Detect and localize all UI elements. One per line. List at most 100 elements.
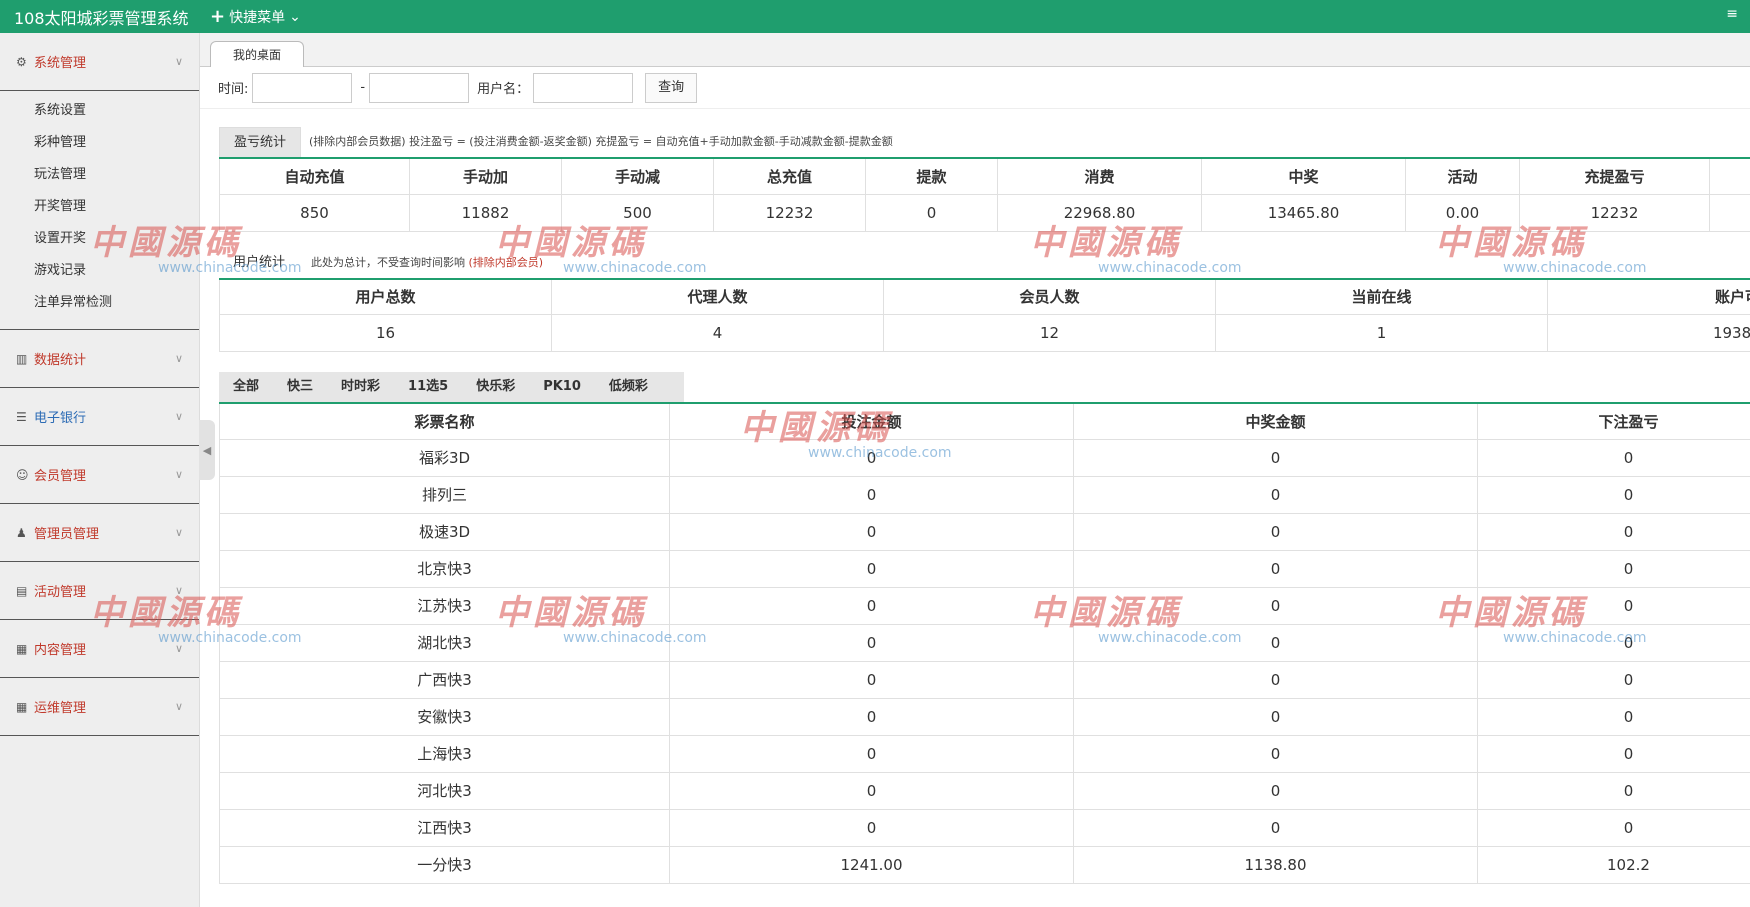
cell: 0 <box>1477 808 1750 847</box>
menu-group-stats: ▥ 数据统计 ∨ <box>0 330 199 388</box>
chevron-down-icon: ∨ <box>174 584 183 597</box>
table-row: 安徽快3 0 0 0 <box>219 697 1750 736</box>
cell: 0 <box>1073 660 1478 699</box>
cell: 0 <box>1073 771 1478 810</box>
cell: 河北快3 <box>219 771 670 810</box>
sidebar-item-lottery-types[interactable]: 彩种管理 <box>0 127 199 159</box>
col-consume: 消费 <box>997 157 1202 195</box>
start-time-input[interactable] <box>252 72 353 103</box>
user-stats-note: 此处为总计，不受查询时间影响 (排除内部会员) <box>299 254 543 278</box>
tab-11x5[interactable]: 11选5 <box>394 372 462 402</box>
chevron-down-icon: ∨ <box>174 468 183 481</box>
col-agents: 代理人数 <box>551 278 884 315</box>
sidebar-item-game-records[interactable]: 游戏记录 <box>0 255 199 287</box>
cell: 0 <box>865 193 998 232</box>
cell: 0 <box>1477 734 1750 773</box>
query-button[interactable]: 查询 <box>645 72 698 103</box>
table-row: 850 11882 500 12232 0 22968.80 13465.80 … <box>219 193 1750 232</box>
cell: 0 <box>669 697 1074 736</box>
cell: 江苏快3 <box>219 586 670 625</box>
chevron-down-icon: ∨ <box>174 352 183 365</box>
cell: 16 <box>219 314 552 352</box>
menu-head-activity[interactable]: ▤ 活动管理 ∨ <box>0 562 199 619</box>
menu-group-activity: ▤ 活动管理 ∨ <box>0 562 199 620</box>
menu-label: 管理员管理 <box>34 527 100 542</box>
tab-ssc[interactable]: 时时彩 <box>327 372 394 402</box>
sidebar-item-play-rules[interactable]: 玩法管理 <box>0 159 199 191</box>
menu-head-members[interactable]: ☺ 会员管理 ∨ <box>0 446 199 503</box>
end-time-input[interactable] <box>369 72 470 103</box>
user-icon: ☺ <box>16 467 29 482</box>
col-available-balance: 账户可用 <box>1547 278 1750 315</box>
menu-head-admins[interactable]: ♟ 管理员管理 ∨ <box>0 504 199 561</box>
user-menu-icon[interactable]: ≡ <box>1726 6 1738 22</box>
bar-chart-icon: ▥ <box>16 351 28 366</box>
list-icon: ☰ <box>16 409 27 424</box>
username-input[interactable] <box>533 72 634 103</box>
cell: 4 <box>551 314 884 352</box>
app-title: 108太阳城彩票管理系统 <box>14 8 189 28</box>
table-row: 湖北快3 0 0 0 <box>219 623 1750 662</box>
cell: 1138.80 <box>1073 845 1478 884</box>
cell: 0 <box>1073 475 1478 514</box>
cell: 12 <box>883 314 1216 352</box>
user-note-a: 此处为总计，不受查询时间影响 <box>311 255 466 269</box>
menu-head-bank[interactable]: ☰ 电子银行 ∨ <box>0 388 199 445</box>
sidebar-item-bet-anomaly[interactable]: 注单异常检测 <box>0 287 199 319</box>
cell: 0 <box>669 475 1074 514</box>
sidebar: ⚙ 系统管理 ∨ 系统设置 彩种管理 玩法管理 开奖管理 设置开奖 游戏记录 注… <box>0 33 200 907</box>
profit-label: 盈亏统计 <box>219 127 302 157</box>
sidebar-item-system-settings[interactable]: 系统设置 <box>0 95 199 127</box>
quick-menu-button[interactable]: + 快捷菜单 ⌄ <box>210 6 301 27</box>
username-label: 用户名： <box>477 82 530 97</box>
doc-icon: ▦ <box>16 699 28 714</box>
user-stats-table: 用户总数 代理人数 会员人数 当前在线 账户可用 16 4 12 1 1938.… <box>219 277 1750 352</box>
sidebar-item-draw-management[interactable]: 开奖管理 <box>0 191 199 223</box>
cell: 12232 <box>713 193 866 232</box>
cell: 1241.00 <box>669 845 1074 884</box>
sidebar-item-set-draw[interactable]: 设置开奖 <box>0 223 199 255</box>
doc-icon: ▦ <box>16 641 28 656</box>
search-bar: 时间: - 用户名： 查询 <box>200 67 1750 109</box>
cell: 0 <box>1477 697 1750 736</box>
col-manual-sub: 手动减 <box>561 157 714 195</box>
top-bar: 108太阳城彩票管理系统 + 快捷菜单 ⌄ ≡ <box>0 0 1750 33</box>
table-header-row: 用户总数 代理人数 会员人数 当前在线 账户可用 <box>219 278 1750 315</box>
cell: 0 <box>669 771 1074 810</box>
cell: 0 <box>1073 734 1478 773</box>
cell <box>1709 193 1750 232</box>
tab-my-desktop[interactable]: 我的桌面 <box>210 41 305 67</box>
cell: 上海快3 <box>219 734 670 773</box>
tab-klc[interactable]: 快乐彩 <box>462 372 529 402</box>
menu-head-stats[interactable]: ▥ 数据统计 ∨ <box>0 330 199 387</box>
col-members: 会员人数 <box>883 278 1216 315</box>
cell: 一分快3 <box>219 845 670 884</box>
cell: 0 <box>1477 586 1750 625</box>
tab-low-freq[interactable]: 低频彩 <box>595 372 662 402</box>
menu-head-content[interactable]: ▦ 内容管理 ∨ <box>0 620 199 677</box>
chevron-down-icon: ⌄ <box>289 8 301 25</box>
menu-head-system[interactable]: ⚙ 系统管理 ∨ <box>0 33 199 90</box>
menu-label: 系统管理 <box>34 56 87 71</box>
cell: 0 <box>1477 771 1750 810</box>
table-row: 福彩3D 0 0 0 <box>219 438 1750 477</box>
cell: 0 <box>1073 512 1478 551</box>
table-row: 16 4 12 1 1938.00 <box>219 314 1750 352</box>
table-row: 广西快3 0 0 0 <box>219 660 1750 699</box>
cell: 22968.80 <box>997 193 1202 232</box>
col-bet-amount: 投注金额 <box>669 402 1074 440</box>
col-withdraw: 提款 <box>865 157 998 195</box>
submenu-system: 系统设置 彩种管理 玩法管理 开奖管理 设置开奖 游戏记录 注单异常检测 <box>0 90 199 329</box>
time-label: 时间: <box>218 82 249 97</box>
cell: 0 <box>1073 549 1478 588</box>
gift-icon: ▤ <box>16 583 28 598</box>
menu-head-ops[interactable]: ▦ 运维管理 ∨ <box>0 678 199 735</box>
tab-pk10[interactable]: PK10 <box>529 372 595 402</box>
menu-label: 会员管理 <box>34 469 87 484</box>
range-dash: - <box>360 80 366 95</box>
tab-k3[interactable]: 快三 <box>273 372 327 402</box>
cell: 极速3D <box>219 512 670 551</box>
cell: 13465.80 <box>1201 193 1406 232</box>
user-stats-label: 用户统计 <box>233 254 286 270</box>
tab-all[interactable]: 全部 <box>219 372 273 402</box>
